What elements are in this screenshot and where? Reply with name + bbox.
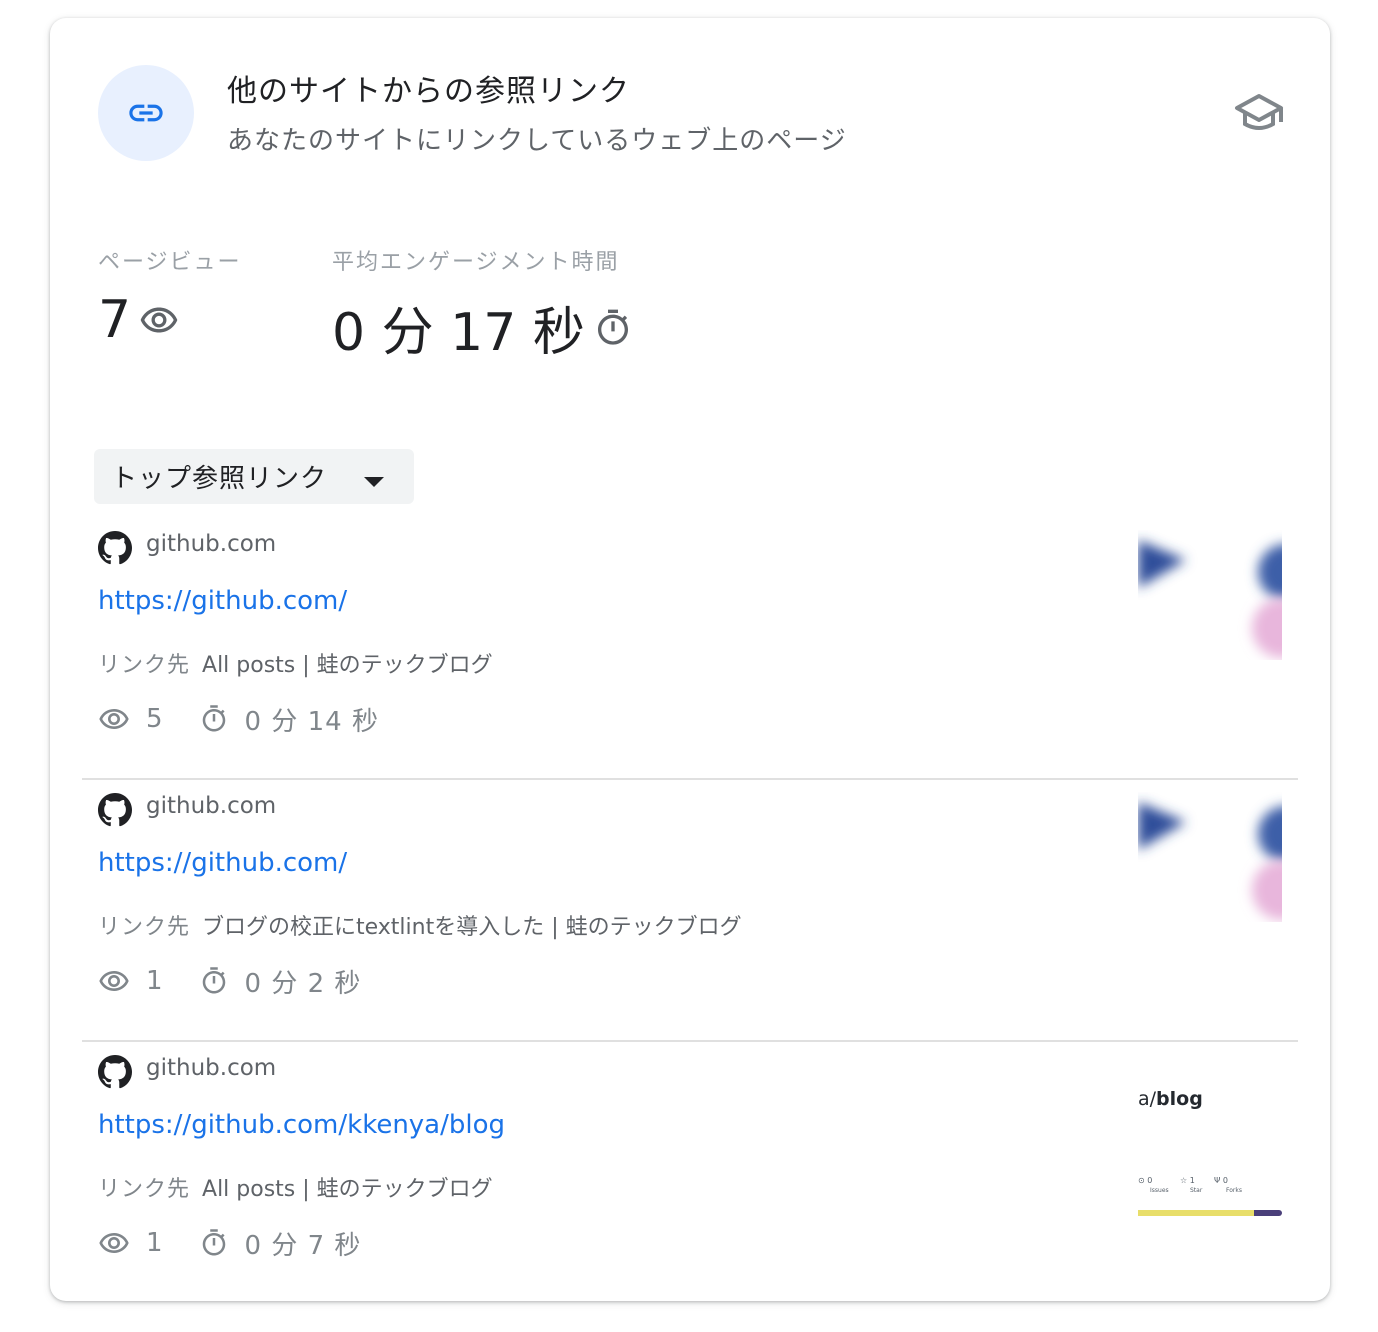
link-target-page: All posts | 蛙のテックブログ [202,653,493,678]
referrer-domain: github.com [146,1055,277,1081]
pageviews-value: 7 [98,290,132,350]
referrer-domain: github.com [146,531,277,557]
engagement-label: 平均エンゲージメント時間 [332,250,620,275]
github-icon [98,531,132,569]
school-icon[interactable] [1233,92,1285,140]
eye-icon [99,1233,129,1253]
top-referrers-dropdown[interactable]: トップ参照リンク [94,449,414,504]
referrer-time: 0 分 2 秒 [244,968,362,999]
referrer-metrics: 1 0 分 2 秒 [98,964,362,999]
repo-thumbnail: a/blog ⊙ 0 Issues ☆ 1 Star Ψ 0 Forks [1138,1088,1282,1218]
link-target-page: ブログの校正にtextlintを導入した | 蛙のテックブログ [202,915,742,940]
card-title: 他のサイトからの参照リンク [227,74,630,109]
referrer-url-link[interactable]: https://github.com/ [98,586,347,616]
referrer-views: 1 [146,966,163,996]
card-subtitle: あなたのサイトにリンクしているウェブ上のページ [227,126,847,156]
page-thumbnail [1138,530,1282,660]
referrer-url-link[interactable]: https://github.com/kkenya/blog [98,1110,505,1140]
issues-label: Issues [1150,1187,1169,1194]
eye-icon [99,709,129,729]
referral-links-card: 他のサイトからの参照リンク あなたのサイトにリンクしているウェブ上のページ ペー… [50,18,1330,1301]
link-target-prefix: リンク先 [98,915,191,940]
referrer-views: 5 [146,704,163,734]
link-target-prefix: リンク先 [98,653,191,678]
link-icon [98,65,194,161]
timer-icon [202,967,225,994]
dropdown-label: トップ参照リンク [111,464,328,494]
referrer-domain: github.com [146,793,277,819]
eye-icon [99,971,129,991]
caret-down-icon [364,472,384,491]
pageviews-stat: 7 [98,290,179,350]
referrer-time: 0 分 7 秒 [244,1230,362,1261]
referrer-row: github.com https://github.com/kkenya/blo… [82,1040,1298,1301]
referrer-row: github.com https://github.com/ リンク先 All p… [82,516,1298,780]
forks-label: Forks [1226,1187,1242,1194]
star-count: 1 [1189,1176,1195,1185]
referrer-time: 0 分 14 秒 [244,706,379,737]
eye-icon [140,307,178,333]
engagement-stat: 0 分 17 秒 [332,290,633,365]
forks-count: 0 [1222,1176,1228,1185]
link-target-page: All posts | 蛙のテックブログ [202,1177,493,1202]
issues-count: 0 [1147,1176,1153,1185]
timer-icon [202,705,225,732]
link-target: リンク先 All posts | 蛙のテックブログ [98,1171,493,1203]
github-icon [98,793,132,831]
referrer-url-link[interactable]: https://github.com/ [98,848,347,878]
github-icon [98,1055,132,1093]
page-thumbnail [1138,792,1282,922]
repo-owner-fragment: a/ [1138,1088,1157,1110]
repo-name: blog [1156,1088,1203,1110]
referrer-metrics: 1 0 分 7 秒 [98,1226,362,1261]
timer-icon [597,309,628,345]
timer-icon [202,1229,225,1256]
language-bar [1138,1210,1282,1216]
referrer-metrics: 5 0 分 14 秒 [98,702,379,737]
link-target: リンク先 All posts | 蛙のテックブログ [98,647,493,679]
link-target: リンク先 ブログの校正にtextlintを導入した | 蛙のテックブログ [98,909,742,941]
link-target-prefix: リンク先 [98,1177,191,1202]
pageviews-label: ページビュー [98,250,242,275]
engagement-value: 0 分 17 秒 [332,303,585,363]
star-label: Star [1190,1187,1203,1194]
referrer-row: github.com https://github.com/ リンク先 ブログの校… [82,778,1298,1042]
referrer-views: 1 [146,1228,163,1258]
